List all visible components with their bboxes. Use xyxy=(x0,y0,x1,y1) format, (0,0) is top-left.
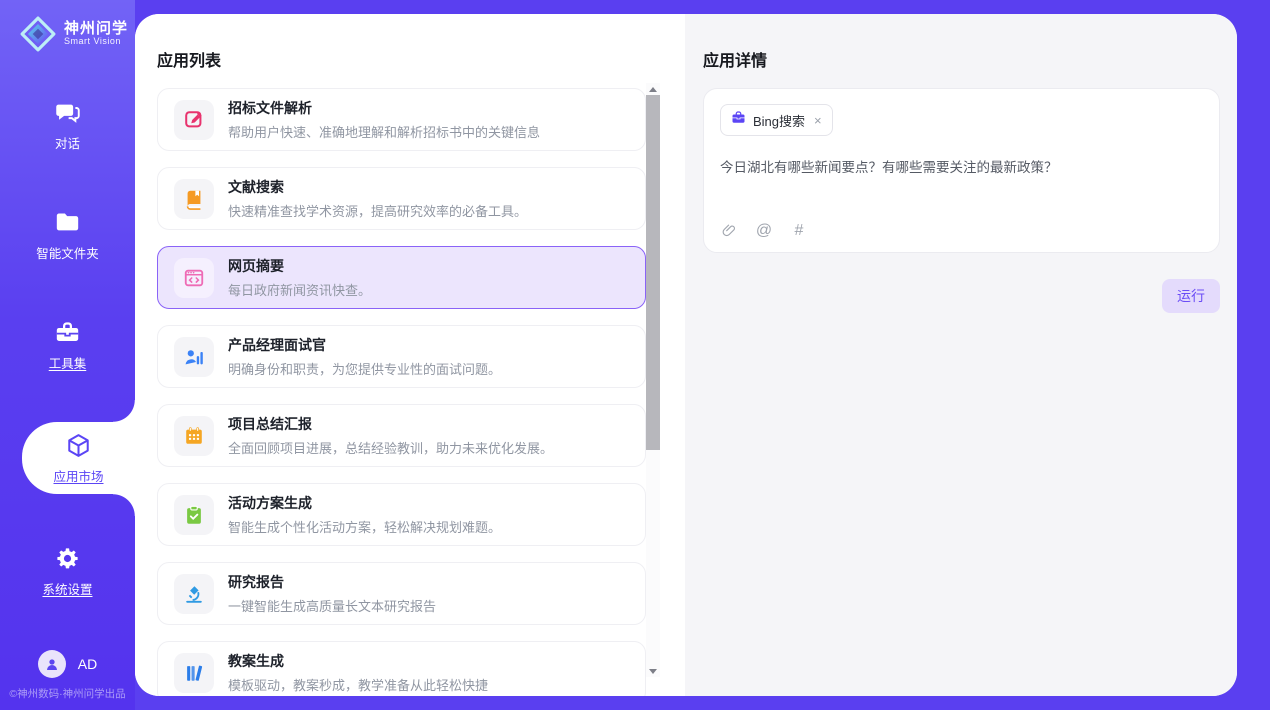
scrollbar-thumb[interactable] xyxy=(646,95,660,450)
hash-icon[interactable]: # xyxy=(790,222,808,240)
app-card-name: 网页摘要 xyxy=(228,256,371,276)
app-card-desc: 每日政府新闻资讯快查。 xyxy=(228,280,371,299)
prompt-card: Bing搜索 × 今日湖北有哪些新闻要点？有哪些需要关注的最新政策？ @# xyxy=(703,88,1220,253)
avatar xyxy=(38,650,66,678)
app-card-name: 教案生成 xyxy=(228,651,488,671)
user-initials: AD xyxy=(78,656,97,672)
app-card-project-summary[interactable]: 项目总结汇报 全面回顾项目进展，总结经验教训，助力未来优化发展。 xyxy=(157,404,646,467)
prompt-input[interactable]: 今日湖北有哪些新闻要点？有哪些需要关注的最新政策？ xyxy=(720,156,1203,212)
chat-icon xyxy=(54,98,82,126)
scroll-up-button[interactable] xyxy=(646,83,660,95)
app-card-web-summary[interactable]: 网页摘要 每日政府新闻资讯快查。 xyxy=(157,246,646,309)
app-list-title: 应用列表 xyxy=(157,47,685,71)
app-card-literature-search[interactable]: 文献搜索 快速精准查找学术资源，提高研究效率的必备工具。 xyxy=(157,167,646,230)
sidebar-item-smart-folder[interactable]: 智能文件夹 xyxy=(0,202,135,268)
app-detail-pane: 应用详情 Bing搜索 × 今日湖北有哪些新闻要点？有哪些需要关注的最新政策？ … xyxy=(685,14,1237,696)
app-list-pane: 应用列表 招标文件解析 帮助用户快速、准确地理解和解析招标书中的关键信息 文献搜… xyxy=(135,14,685,696)
app-card-desc: 明确身份和职责，为您提供专业性的面试问题。 xyxy=(228,359,501,378)
sidebar-item-label: 对话 xyxy=(55,133,80,152)
toolbox-icon xyxy=(54,318,82,346)
user-row[interactable]: AD xyxy=(0,650,135,678)
app-card-desc: 模板驱动，教案秒成，教学准备从此轻松快捷 xyxy=(228,675,488,694)
gear-icon xyxy=(54,544,82,572)
sidebar-item-label: 应用市场 xyxy=(53,466,103,485)
app-card-event-plan[interactable]: 活动方案生成 智能生成个性化活动方案，轻松解决规划难题。 xyxy=(157,483,646,546)
app-list-scrollbar[interactable] xyxy=(646,83,660,677)
app-card-pm-interviewer[interactable]: 产品经理面试官 明确身份和职责，为您提供专业性的面试问题。 xyxy=(157,325,646,388)
input-toolbar: @# xyxy=(720,222,1203,240)
scroll-down-icon xyxy=(649,669,657,674)
sidebar-item-toolset[interactable]: 工具集 xyxy=(0,312,135,378)
sidebar-item-settings[interactable]: 系统设置 xyxy=(0,538,135,604)
app-card-desc: 智能生成个性化活动方案，轻松解决规划难题。 xyxy=(228,517,501,536)
app-card-name: 研究报告 xyxy=(228,572,436,592)
app-card-name: 文献搜索 xyxy=(228,177,527,197)
brand-name: 神州问学 xyxy=(64,21,128,38)
app-card-name: 产品经理面试官 xyxy=(228,335,501,355)
main-panel: 应用列表 招标文件解析 帮助用户快速、准确地理解和解析招标书中的关键信息 文献搜… xyxy=(135,14,1237,696)
app-card-lesson-plan[interactable]: 教案生成 模板驱动，教案秒成，教学准备从此轻松快捷 xyxy=(157,641,646,696)
paperclip-icon[interactable] xyxy=(720,222,738,240)
browser-icon xyxy=(174,258,214,298)
calendar-icon xyxy=(174,416,214,456)
app-card-research-report[interactable]: 研究报告 一键智能生成高质量长文本研究报告 xyxy=(157,562,646,625)
app-list: 招标文件解析 帮助用户快速、准确地理解和解析招标书中的关键信息 文献搜索 快速精… xyxy=(157,88,662,696)
sidebar-item-label: 工具集 xyxy=(49,353,87,372)
sidebar-item-chat[interactable]: 对话 xyxy=(0,92,135,158)
app-card-name: 活动方案生成 xyxy=(228,493,501,513)
app-card-desc: 帮助用户快速、准确地理解和解析招标书中的关键信息 xyxy=(228,122,540,141)
pen-icon xyxy=(174,100,214,140)
clipboard-icon xyxy=(174,495,214,535)
sidebar-nav: 对话 智能文件夹 工具集 应用市场 系统设置 xyxy=(0,92,135,648)
sidebar-item-label: 智能文件夹 xyxy=(36,243,99,262)
app-card-desc: 快速精准查找学术资源，提高研究效率的必备工具。 xyxy=(228,201,527,220)
book-icon xyxy=(174,179,214,219)
folder-icon xyxy=(54,208,82,236)
sidebar-item-label: 系统设置 xyxy=(42,579,92,598)
tool-tag-bing-search[interactable]: Bing搜索 × xyxy=(720,104,833,136)
books-icon xyxy=(174,653,214,693)
user-icon xyxy=(44,656,60,672)
brand-tagline: Smart Vision xyxy=(64,37,128,47)
briefcase-icon xyxy=(731,110,746,130)
sidebar: 神州问学 Smart Vision 对话 智能文件夹 工具集 应用市场 系统设置… xyxy=(0,0,135,710)
app-card-desc: 全面回顾项目进展，总结经验教训，助力未来优化发展。 xyxy=(228,438,553,457)
run-button[interactable]: 运行 xyxy=(1162,279,1220,313)
brand-diamond-icon xyxy=(20,16,56,52)
close-icon[interactable]: × xyxy=(814,114,822,127)
copyright-text: ©神州数码·神州问学出品 xyxy=(0,686,135,701)
app-card-name: 项目总结汇报 xyxy=(228,414,553,434)
app-card-name: 招标文件解析 xyxy=(228,98,540,118)
sidebar-item-app-market[interactable]: 应用市场 xyxy=(22,422,135,494)
microscope-icon xyxy=(174,574,214,614)
scroll-down-button[interactable] xyxy=(646,665,660,677)
mention-icon[interactable]: @ xyxy=(755,222,773,240)
app-card-bid-doc-parse[interactable]: 招标文件解析 帮助用户快速、准确地理解和解析招标书中的关键信息 xyxy=(157,88,646,151)
interview-icon xyxy=(174,337,214,377)
scroll-up-icon xyxy=(649,87,657,92)
tool-tag-label: Bing搜索 xyxy=(753,111,805,130)
app-detail-title: 应用详情 xyxy=(703,47,1220,71)
brand-logo: 神州问学 Smart Vision xyxy=(0,0,135,52)
app-card-desc: 一键智能生成高质量长文本研究报告 xyxy=(228,596,436,615)
run-row: 运行 xyxy=(703,279,1220,313)
cube-icon xyxy=(65,431,93,459)
